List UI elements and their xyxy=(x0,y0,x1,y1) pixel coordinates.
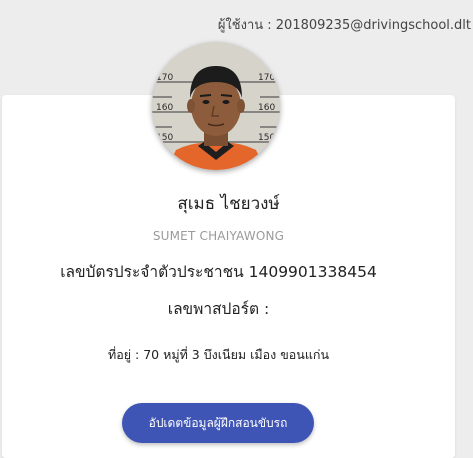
avatar: 170 170 160 160 150 150 xyxy=(152,42,280,170)
name-english: SUMET CHAIYAWONG xyxy=(152,229,285,243)
svg-text:170: 170 xyxy=(258,73,275,83)
svg-text:160: 160 xyxy=(258,103,275,113)
page: ผู้ใช้งาน : 201809235@drivingschool.dlt … xyxy=(0,0,473,458)
update-instructor-button[interactable]: อัปเดตข้อมูลผู้ฝึกสอนขับรถ xyxy=(122,403,314,443)
svg-text:160: 160 xyxy=(156,103,173,113)
id-card-number: เลขบัตรประจำตัวประชาชน 1409901338454 xyxy=(60,263,377,281)
current-user-label: ผู้ใช้งาน : 201809235@drivingschool.dlt xyxy=(217,18,471,33)
name-thai: สุเมธ ไชยวงษ์ xyxy=(177,194,280,214)
svg-text:170: 170 xyxy=(156,73,173,83)
profile-photo-icon: 170 170 160 160 150 150 xyxy=(152,42,280,170)
address: ที่อยู่ : 70 หมู่ที่ 3 บึงเนียม เมือง ขอ… xyxy=(108,347,329,362)
passport-number: เลขพาสปอร์ต : xyxy=(167,300,270,318)
